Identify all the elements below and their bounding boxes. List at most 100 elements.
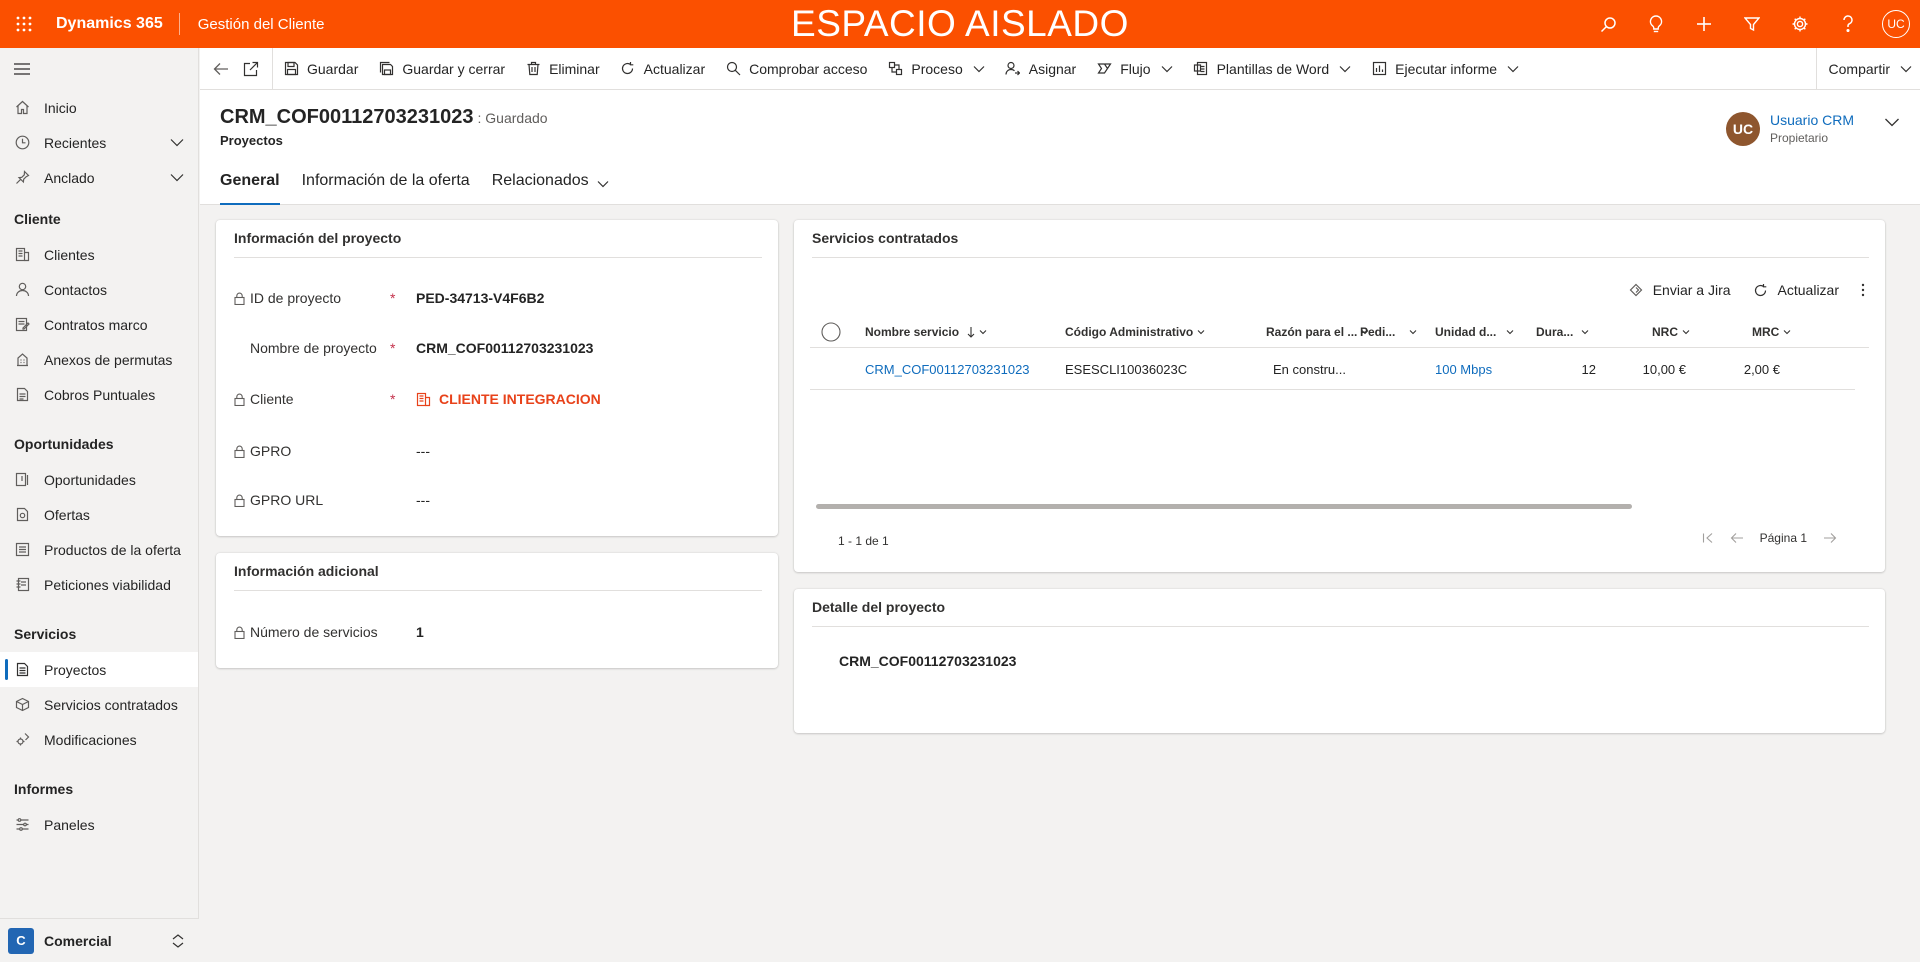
refresh-label: Actualizar (643, 60, 706, 77)
delete-button[interactable]: Eliminar (515, 48, 610, 90)
area-switcher[interactable]: C Comercial (0, 918, 199, 962)
sidebar-item-paneles[interactable]: Paneles (0, 807, 198, 842)
client-lookup-link[interactable]: CLIENTE INTEGRACION (416, 391, 601, 407)
tab-general[interactable]: General (220, 170, 280, 205)
opportunity-icon (14, 472, 30, 488)
product-list-icon (14, 542, 30, 558)
assign-button[interactable]: Asignar (995, 48, 1086, 90)
sidebar-item-modificaciones[interactable]: Modificaciones (0, 722, 198, 757)
sidebar-item-anexos-de-permutas[interactable]: Anexos de permutas (0, 342, 198, 377)
more-options-icon[interactable] (1861, 283, 1865, 297)
sidebar-item-contactos[interactable]: Contactos (0, 272, 198, 307)
column-header-razon[interactable]: Razón para el ... (1266, 316, 1369, 348)
sidebar-item-peticiones-viabilidad[interactable]: Peticiones viabilidad (0, 567, 198, 602)
sidebar-item-ofertas[interactable]: Ofertas (0, 497, 198, 532)
accounts-icon (14, 247, 30, 263)
owner-name-link[interactable]: Usuario CRM (1770, 112, 1854, 128)
table-cell: ESESCLI10036023C (1065, 361, 1188, 377)
sidebar-item-clientes[interactable]: Clientes (0, 237, 198, 272)
chevron-down-icon[interactable] (170, 135, 184, 152)
required-marker: * (390, 340, 396, 356)
user-avatar[interactable]: UC (1872, 0, 1920, 48)
column-header-nombre-servicio[interactable]: Nombre servicio (865, 316, 987, 348)
sidebar-item-productos-de-la-oferta[interactable]: Productos de la oferta (0, 532, 198, 567)
app-name[interactable]: Gestión del Cliente (180, 16, 325, 33)
column-header-nrc[interactable]: NRC (1652, 316, 1690, 348)
run-report-button[interactable]: Ejecutar informe (1361, 48, 1529, 90)
sidebar-item-proyectos[interactable]: Proyectos (0, 652, 198, 687)
hamburger-menu-icon[interactable] (0, 48, 198, 90)
app-launcher-icon[interactable] (0, 0, 48, 48)
field-service-count: Número de servicios 1 (234, 620, 762, 644)
chevron-up-down-icon (171, 933, 185, 952)
back-arrow-icon[interactable] (206, 54, 236, 84)
unit-link[interactable]: 100 Mbps (1435, 348, 1492, 390)
select-all-checkbox[interactable] (821, 316, 841, 348)
dashboard-icon (14, 817, 30, 833)
sidebar-item-recientes[interactable]: Recientes (0, 125, 198, 160)
sidebar-item-servicios-contratados[interactable]: Servicios contratados (0, 687, 198, 722)
chevron-down-icon (973, 63, 985, 75)
tab-informacion-de-la-oferta[interactable]: Información de la oferta (302, 170, 470, 205)
field-label: Número de servicios (250, 624, 378, 640)
chevron-down-icon[interactable] (1884, 114, 1900, 133)
sidebar-item-label: Peticiones viabilidad (44, 576, 171, 593)
pager: Página 1 (1694, 531, 1845, 545)
field-gpro-url: GPRO URL --- (234, 488, 762, 512)
send-to-jira-button[interactable]: Enviar a Jira (1629, 282, 1731, 298)
search-icon[interactable] (1584, 0, 1632, 48)
report-icon (1371, 61, 1387, 77)
next-page-icon[interactable] (1823, 532, 1837, 544)
column-header-label: NRC (1652, 325, 1678, 339)
column-header-mrc[interactable]: MRC (1752, 316, 1791, 348)
table-row[interactable]: CRM_COF00112703231023 ESESCLI10036023C E… (810, 348, 1855, 390)
field-value[interactable]: CRM_COF00112703231023 (416, 340, 593, 356)
command-bar: Guardar Guardar y cerrar Eliminar Actual… (200, 47, 1920, 90)
help-icon[interactable] (1824, 0, 1872, 48)
sidebar-item-inicio[interactable]: Inicio (0, 90, 198, 125)
filter-icon[interactable] (1728, 0, 1776, 48)
field-gpro: GPRO --- (234, 439, 762, 463)
chevron-down-icon[interactable] (170, 170, 184, 187)
process-button[interactable]: Proceso (877, 48, 994, 90)
document-icon (14, 387, 30, 403)
service-name-link[interactable]: CRM_COF00112703231023 (865, 348, 1030, 390)
lightbulb-icon[interactable] (1632, 0, 1680, 48)
jira-icon (1629, 283, 1643, 297)
column-header-unidad[interactable]: Unidad d... (1435, 316, 1514, 348)
plus-icon[interactable] (1680, 0, 1728, 48)
search-icon (725, 61, 741, 77)
save-button[interactable]: Guardar (273, 48, 368, 90)
area-label: Comercial (44, 932, 112, 949)
column-header-pedido[interactable]: Pedi... (1360, 316, 1417, 348)
column-header-duracion[interactable]: Dura... (1536, 316, 1589, 348)
field-value[interactable]: PED-34713-V4F6B2 (416, 290, 544, 306)
brand-name[interactable]: Dynamics 365 (48, 13, 180, 35)
section-divider (812, 257, 1869, 258)
previous-page-icon[interactable] (1730, 532, 1744, 544)
sidebar-item-contratos-marco[interactable]: Contratos marco (0, 307, 198, 342)
column-header-codigo-administrativo[interactable]: Código Administrativo (1065, 316, 1205, 348)
tab-relacionados[interactable]: Relacionados (492, 170, 609, 205)
record-title: CRM_COF00112703231023: Guardado (220, 106, 548, 129)
sidebar-item-anclado[interactable]: Anclado (0, 160, 198, 195)
subgrid-refresh-button[interactable]: Actualizar (1753, 282, 1839, 298)
refresh-button[interactable]: Actualizar (610, 48, 715, 90)
field-value[interactable]: 1 (416, 624, 424, 640)
column-header-label: Razón para el ... (1266, 325, 1358, 339)
field-value[interactable]: --- (416, 443, 430, 459)
sidebar-item-oportunidades[interactable]: Oportunidades (0, 462, 198, 497)
first-page-icon[interactable] (1702, 532, 1714, 544)
check-access-button[interactable]: Comprobar acceso (715, 48, 877, 90)
sidebar-item-cobros-puntuales[interactable]: Cobros Puntuales (0, 377, 198, 412)
open-in-new-window-icon[interactable] (236, 54, 266, 84)
flow-button[interactable]: Flujo (1086, 48, 1182, 90)
field-value[interactable]: --- (416, 492, 430, 508)
horizontal-scrollbar[interactable] (816, 504, 1632, 509)
assign-label: Asignar (1028, 60, 1077, 77)
word-templates-button[interactable]: Plantillas de Word (1183, 48, 1362, 90)
share-button[interactable]: Compartir (1815, 48, 1920, 90)
save-and-close-button[interactable]: Guardar y cerrar (368, 48, 515, 90)
section-title: Información del proyecto (234, 230, 402, 246)
gear-icon[interactable] (1776, 0, 1824, 48)
